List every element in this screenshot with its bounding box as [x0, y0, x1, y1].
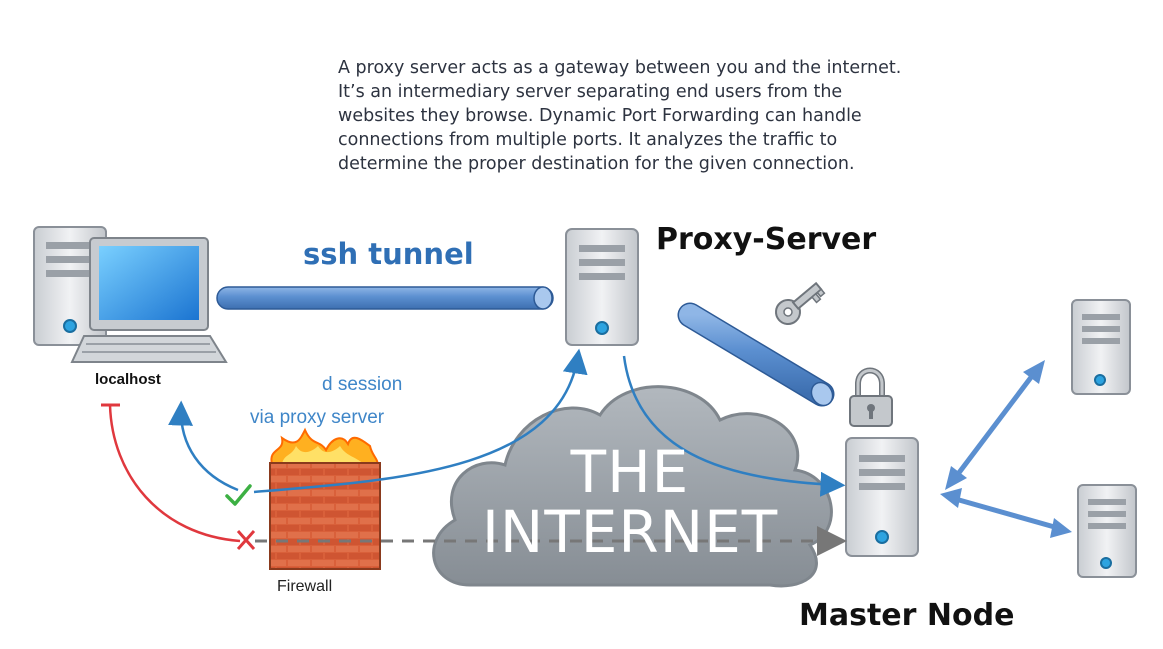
worker-server-icon [1077, 484, 1137, 578]
cloud-the-text: THE [570, 438, 690, 506]
description-line: websites they browse. Dynamic Port Forwa… [338, 106, 862, 126]
brick-firewall-icon [269, 427, 381, 570]
blocked-x-icon [236, 530, 256, 550]
ssh-tunnel-label: ssh tunnel [303, 237, 474, 271]
session-label: d session [322, 374, 403, 395]
proxy-server-icon [565, 228, 639, 346]
description-line: It’s an intermediary server separating e… [338, 82, 843, 102]
cloud-internet-text: INTERNET [481, 498, 779, 566]
ssh-tunnel-pipe [216, 286, 554, 310]
proxy-server-label: Proxy-Server [656, 222, 877, 257]
description-line: connections from multiple ports. It anal… [338, 130, 838, 150]
padlock-icon [849, 367, 893, 427]
master-node-server-icon [845, 437, 919, 557]
master-worker-link-top [945, 360, 1045, 490]
firewall-label: Firewall [277, 578, 333, 595]
desktop-computer-icon [33, 226, 228, 363]
proxy-to-master-pipe [677, 302, 835, 407]
description-line: determine the proper destination for the… [338, 154, 855, 174]
worker-server-icon [1071, 299, 1131, 395]
allowed-check-icon [225, 484, 252, 506]
via-proxy-label: via proxy server [250, 407, 385, 428]
blocked-return-path [108, 404, 241, 543]
description-text: A proxy server acts as a gateway between… [338, 56, 978, 176]
localhost-label: localhost [95, 371, 161, 388]
key-icon [775, 281, 826, 325]
session-return-arrow [168, 400, 239, 492]
master-node-label: Master Node [799, 598, 1015, 633]
description-line: A proxy server acts as a gateway between… [338, 58, 902, 78]
master-worker-link-bottom [940, 488, 1072, 538]
